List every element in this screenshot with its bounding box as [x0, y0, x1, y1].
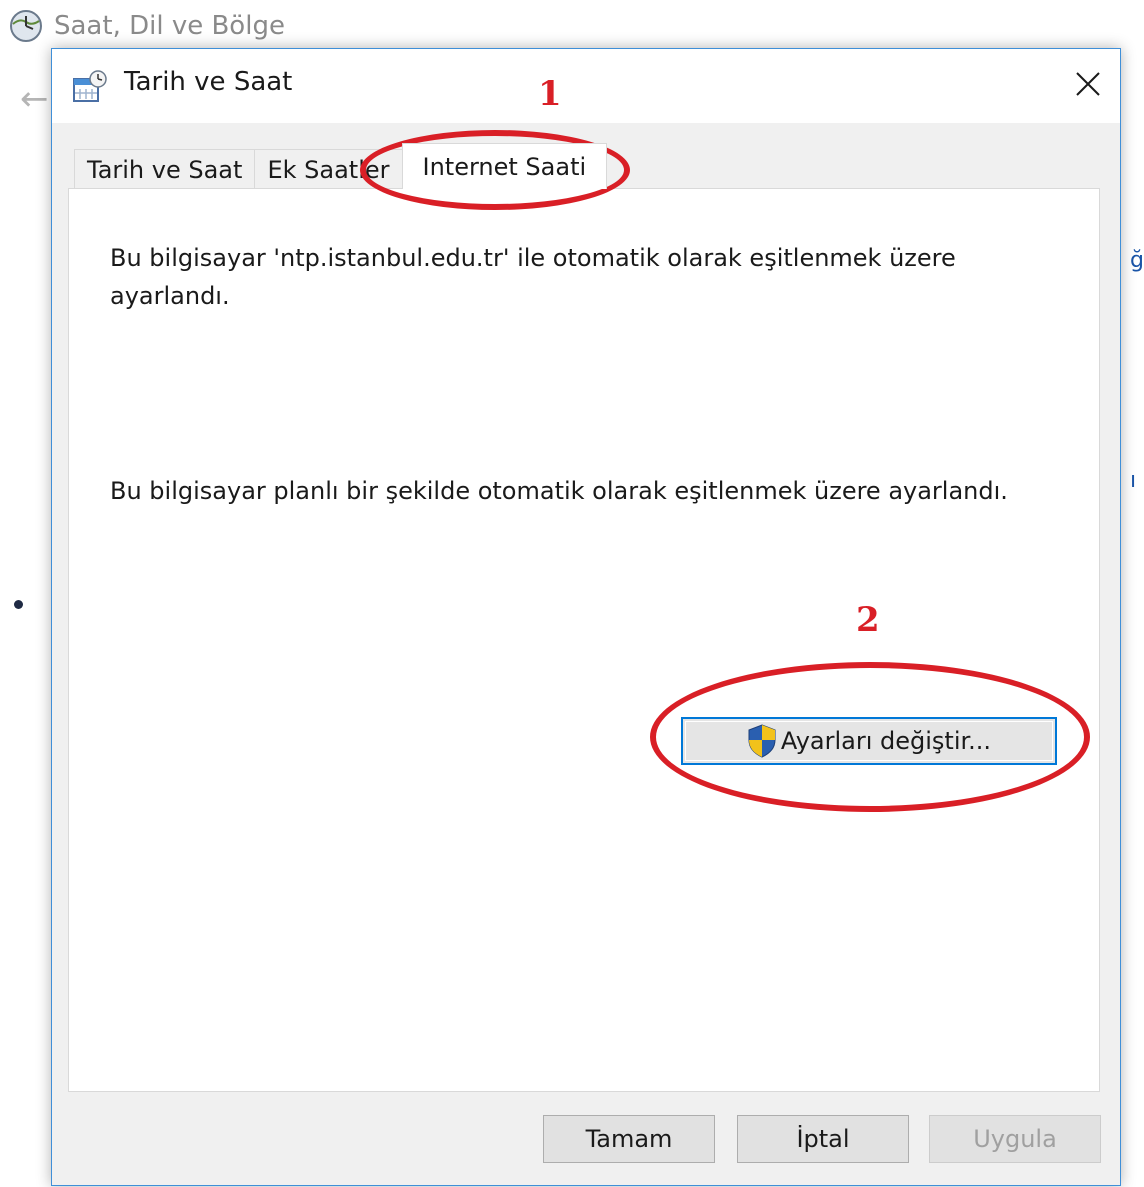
- bullet-point: [14, 600, 23, 609]
- change-settings-label: Ayarları değiştir...: [780, 727, 992, 755]
- annotation-step-1: 1: [538, 74, 562, 114]
- background-window-title: Saat, Dil ve Bölge: [54, 11, 285, 41]
- uac-shield-icon: [747, 724, 777, 758]
- date-time-dialog: Tarih ve Saat Tarih ve Saat Ek Saatler I…: [51, 48, 1121, 1186]
- sync-schedule-message: Bu bilgisayar planlı bir şekilde otomati…: [110, 477, 1008, 505]
- back-arrow-icon[interactable]: ←: [20, 82, 49, 116]
- background-link-fragment[interactable]: ı l: [1130, 468, 1144, 493]
- close-icon: [1075, 71, 1101, 101]
- dialog-titlebar[interactable]: Tarih ve Saat: [52, 49, 1120, 123]
- apply-button[interactable]: Uygula: [929, 1115, 1101, 1163]
- internet-time-panel: Bu bilgisayar 'ntp.istanbul.edu.tr' ile …: [68, 188, 1100, 1092]
- sync-server-message: Bu bilgisayar 'ntp.istanbul.edu.tr' ile …: [110, 244, 956, 310]
- change-settings-button[interactable]: Ayarları değiştir...: [681, 717, 1057, 765]
- clock-globe-icon: [8, 8, 44, 44]
- calendar-clock-icon: [72, 69, 108, 105]
- cancel-button[interactable]: İptal: [737, 1115, 909, 1163]
- background-window-titlebar: Saat, Dil ve Bölge: [8, 6, 285, 46]
- close-button[interactable]: [1056, 49, 1120, 123]
- tab-internet-time[interactable]: Internet Saati: [401, 143, 608, 189]
- tab-additional-clocks[interactable]: Ek Saatler: [254, 149, 403, 189]
- tab-date-time[interactable]: Tarih ve Saat: [74, 149, 256, 189]
- dialog-title: Tarih ve Saat: [124, 67, 293, 97]
- background-link-fragment[interactable]: ği: [1130, 248, 1144, 273]
- annotation-step-2: 2: [856, 600, 880, 640]
- ok-button[interactable]: Tamam: [543, 1115, 715, 1163]
- tab-strip: Tarih ve Saat Ek Saatler Internet Saati: [74, 143, 608, 189]
